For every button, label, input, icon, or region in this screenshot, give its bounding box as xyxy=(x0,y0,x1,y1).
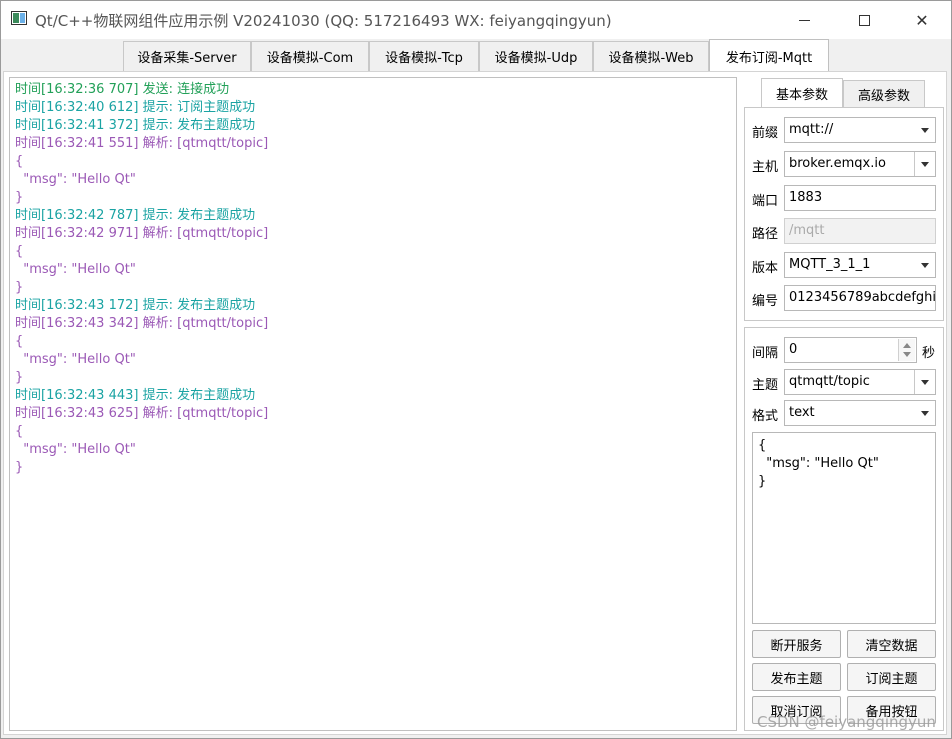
path-label: 路径 xyxy=(752,227,779,242)
log-line: } xyxy=(15,370,24,385)
log-line: 时间[16:32:40 612] 提示: 订阅主题成功 xyxy=(15,100,256,115)
tab-label: 设备模拟-Udp xyxy=(494,51,578,66)
tab-mqtt[interactable]: 发布订阅-Mqtt xyxy=(709,39,829,72)
interval-unit: 秒 xyxy=(922,346,936,361)
log-line: { xyxy=(15,244,24,259)
log-line: 时间[16:32:41 372] 提示: 发布主题成功 xyxy=(15,118,256,133)
path-input: /mqtt xyxy=(784,218,936,244)
prefix-label: 前缀 xyxy=(752,126,779,141)
log-line: 时间[16:32:43 625] 解析: [qtmqtt/topic] xyxy=(15,406,269,421)
message-line: "msg": "Hello Qt" xyxy=(758,456,879,471)
chevron-down-icon xyxy=(921,162,929,167)
interval-label: 间隔 xyxy=(752,346,779,361)
topic-value: qtmqtt/topic xyxy=(789,374,870,389)
tab-com[interactable]: 设备模拟-Com xyxy=(251,41,369,71)
format-label: 格式 xyxy=(752,409,779,424)
main-tab-bar: 设备采集-Server 设备模拟-Com 设备模拟-Tcp 设备模拟-Udp 设… xyxy=(1,39,951,72)
log-line: } xyxy=(15,280,24,295)
arrow-down-icon[interactable] xyxy=(903,352,911,357)
arrow-up-icon[interactable] xyxy=(903,343,911,348)
message-line: } xyxy=(758,474,767,489)
topic-combobox[interactable]: qtmqtt/topic xyxy=(784,369,936,395)
log-line: 时间[16:32:36 707] 发送: 连接成功 xyxy=(15,82,230,97)
tab-label: 设备模拟-Com xyxy=(266,51,354,66)
host-combobox[interactable]: broker.emqx.io xyxy=(784,151,936,177)
combo-divider xyxy=(914,152,915,176)
interval-value: 0 xyxy=(789,342,798,357)
interval-spinbox[interactable]: 0 xyxy=(784,337,917,363)
tab-tcp[interactable]: 设备模拟-Tcp xyxy=(369,41,479,71)
app-icon xyxy=(11,11,27,25)
port-input[interactable]: 1883 xyxy=(784,185,936,211)
version-label: 版本 xyxy=(752,261,779,276)
log-line: 时间[16:32:43 443] 提示: 发布主题成功 xyxy=(15,388,256,403)
title-bar[interactable]: Qt/C++物联网组件应用示例 V20241030 (QQ: 517216493… xyxy=(1,1,951,39)
log-textarea[interactable]: 时间[16:32:36 707] 发送: 连接成功时间[16:32:40 612… xyxy=(9,77,737,731)
format-value: text xyxy=(789,405,815,420)
host-label: 主机 xyxy=(752,160,779,175)
host-value: broker.emqx.io xyxy=(789,156,886,171)
tab-label: 基本参数 xyxy=(775,88,828,103)
log-line: } xyxy=(15,190,24,205)
tab-label: 设备模拟-Web xyxy=(608,51,694,66)
tab-label: 发布订阅-Mqtt xyxy=(725,50,813,66)
close-icon: ✕ xyxy=(915,10,929,30)
log-line: 时间[16:32:43 342] 解析: [qtmqtt/topic] xyxy=(15,316,269,331)
app-window: Qt/C++物联网组件应用示例 V20241030 (QQ: 517216493… xyxy=(0,0,952,739)
log-line: "msg": "Hello Qt" xyxy=(15,352,136,367)
chevron-down-icon xyxy=(921,411,929,416)
clear-data-button[interactable]: 清空数据 xyxy=(847,630,936,658)
log-line: { xyxy=(15,424,24,439)
settings-tab-bar: 基本参数 高级参数 xyxy=(761,78,945,108)
log-line: 时间[16:32:42 787] 提示: 发布主题成功 xyxy=(15,208,256,223)
disconnect-button[interactable]: 断开服务 xyxy=(752,630,841,658)
log-line: 时间[16:32:41 551] 解析: [qtmqtt/topic] xyxy=(15,136,269,151)
spin-buttons[interactable] xyxy=(898,339,915,361)
minimize-icon xyxy=(798,19,810,21)
log-line: "msg": "Hello Qt" xyxy=(15,172,136,187)
log-line: "msg": "Hello Qt" xyxy=(15,262,136,277)
client-id-input[interactable]: 0123456789abcdefghijk xyxy=(784,285,936,311)
chevron-down-icon xyxy=(921,380,929,385)
tab-label: 高级参数 xyxy=(857,89,910,104)
version-value: MQTT_3_1_1 xyxy=(789,257,871,272)
tab-basic-params[interactable]: 基本参数 xyxy=(761,78,843,108)
prefix-select[interactable]: mqtt:// xyxy=(784,117,936,143)
message-line: { xyxy=(758,438,767,453)
log-line: { xyxy=(15,334,24,349)
tab-server[interactable]: 设备采集-Server xyxy=(123,41,251,71)
log-line: "msg": "Hello Qt" xyxy=(15,442,136,457)
window-title: Qt/C++物联网组件应用示例 V20241030 (QQ: 517216493… xyxy=(35,12,612,30)
subscribe-topic-button[interactable]: 订阅主题 xyxy=(847,663,936,691)
maximize-button[interactable] xyxy=(835,1,893,39)
tab-web[interactable]: 设备模拟-Web xyxy=(593,41,709,71)
tab-udp[interactable]: 设备模拟-Udp xyxy=(479,41,593,71)
log-line: 时间[16:32:43 172] 提示: 发布主题成功 xyxy=(15,298,256,313)
format-select[interactable]: text xyxy=(784,400,936,426)
combo-divider xyxy=(914,370,915,394)
message-textarea[interactable]: { "msg": "Hello Qt" } xyxy=(752,432,936,624)
version-select[interactable]: MQTT_3_1_1 xyxy=(784,252,936,278)
tab-label: 设备模拟-Tcp xyxy=(385,51,463,66)
prefix-value: mqtt:// xyxy=(789,122,834,137)
chevron-down-icon xyxy=(921,128,929,133)
tab-advanced-params[interactable]: 高级参数 xyxy=(843,80,925,108)
log-line: { xyxy=(15,154,24,169)
log-line: } xyxy=(15,460,24,475)
topic-label: 主题 xyxy=(752,378,779,393)
log-line: 时间[16:32:42 971] 解析: [qtmqtt/topic] xyxy=(15,226,269,241)
minimize-button[interactable] xyxy=(775,1,833,39)
tab-label: 设备采集-Server xyxy=(137,51,237,66)
port-label: 端口 xyxy=(752,194,779,209)
close-button[interactable]: ✕ xyxy=(893,1,951,39)
maximize-icon xyxy=(858,14,870,26)
watermark: CSDN @feiyangqingyun xyxy=(757,713,936,731)
publish-topic-button[interactable]: 发布主题 xyxy=(752,663,841,691)
client-id-label: 编号 xyxy=(752,294,779,309)
chevron-down-icon xyxy=(921,263,929,268)
